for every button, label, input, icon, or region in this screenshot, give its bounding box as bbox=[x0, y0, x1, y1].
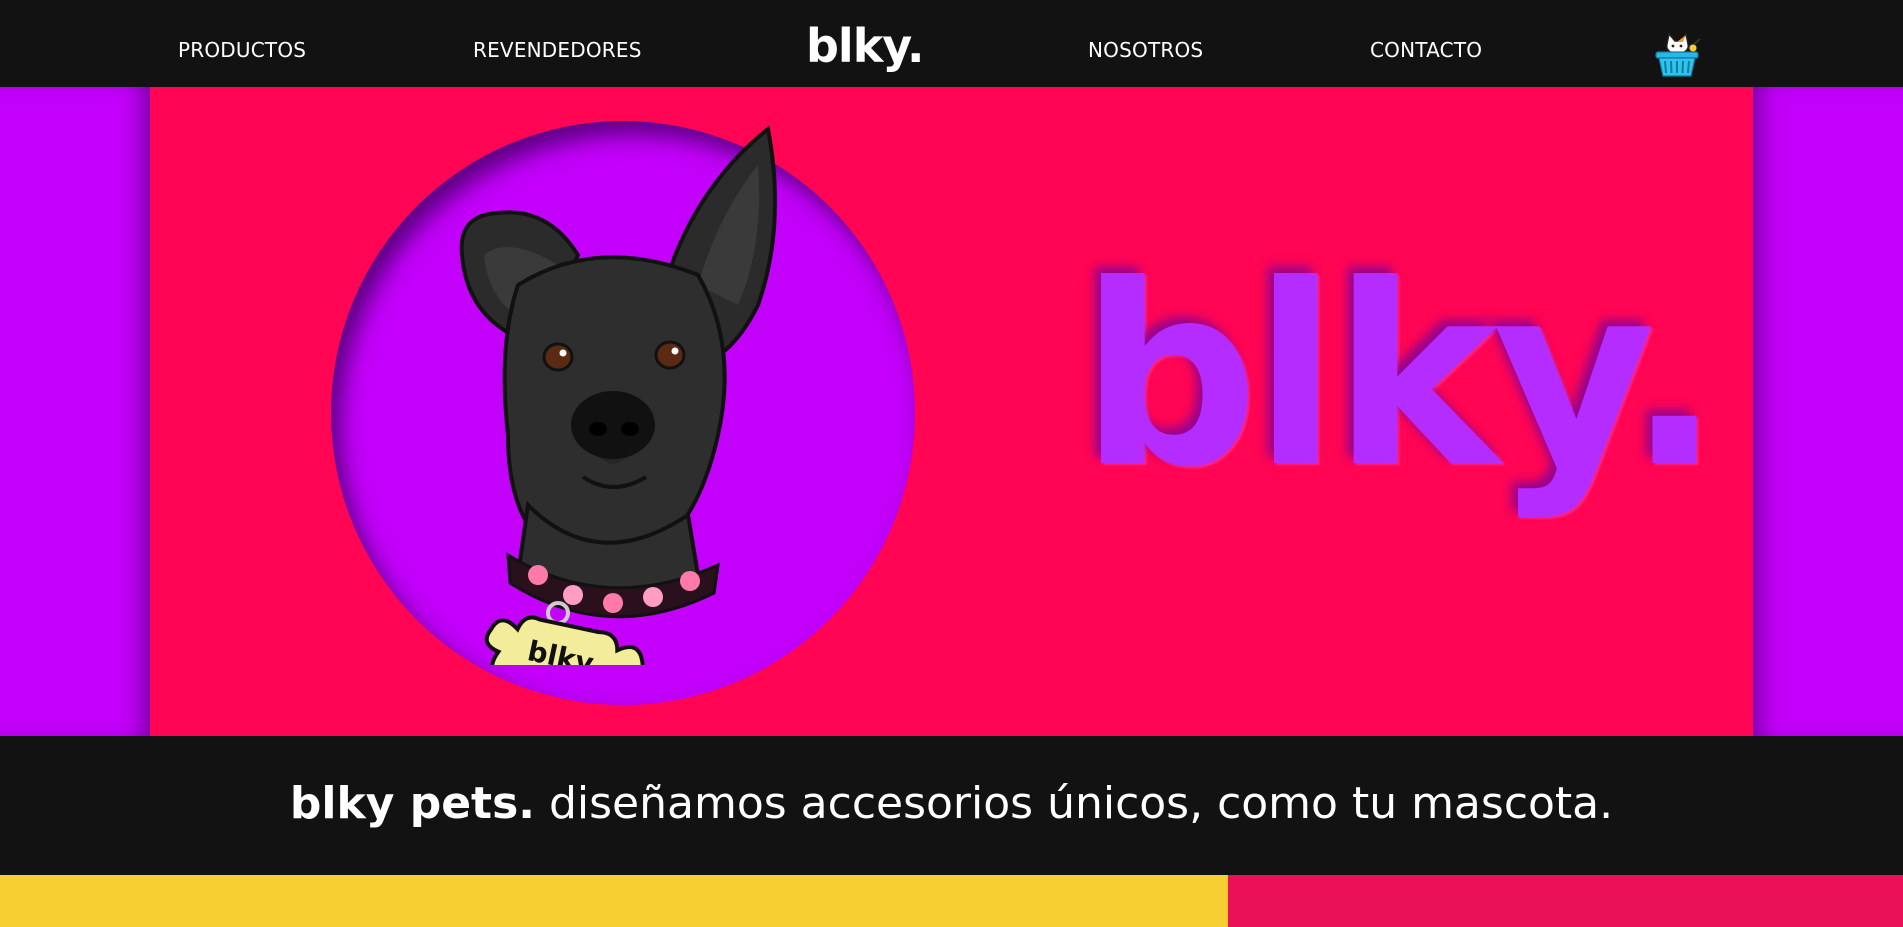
top-navigation: PRODUCTOS REVENDEDORES blky. NOSOTROS CO… bbox=[0, 0, 1903, 87]
hero-left-border bbox=[0, 87, 150, 736]
pink-section-panel bbox=[1228, 875, 1903, 927]
nav-nosotros-link[interactable]: NOSOTROS bbox=[1088, 38, 1203, 62]
tagline-section: blky pets. diseñamos accesorios únicos, … bbox=[0, 736, 1903, 875]
site-logo[interactable]: blky. bbox=[806, 20, 925, 72]
yellow-section-panel bbox=[0, 875, 1228, 927]
nav-contacto-link[interactable]: CONTACTO bbox=[1370, 38, 1482, 62]
hero-right-border bbox=[1753, 87, 1903, 736]
tagline-text: diseñamos accesorios únicos, como tu mas… bbox=[534, 778, 1614, 829]
tagline: blky pets. diseñamos accesorios únicos, … bbox=[0, 776, 1903, 832]
shopping-cart-button[interactable] bbox=[1650, 30, 1704, 80]
shopping-basket-with-cat-icon bbox=[1655, 32, 1701, 77]
tagline-brand: blky pets. bbox=[289, 778, 535, 829]
hero-banner: blky. blky. bbox=[150, 87, 1753, 736]
nav-revendedores-link[interactable]: REVENDEDORES bbox=[473, 38, 642, 62]
hero-wordmark: blky. bbox=[1080, 231, 1722, 522]
nav-productos-link[interactable]: PRODUCTOS bbox=[178, 38, 306, 62]
dog-illustration: blky. bbox=[459, 125, 777, 665]
